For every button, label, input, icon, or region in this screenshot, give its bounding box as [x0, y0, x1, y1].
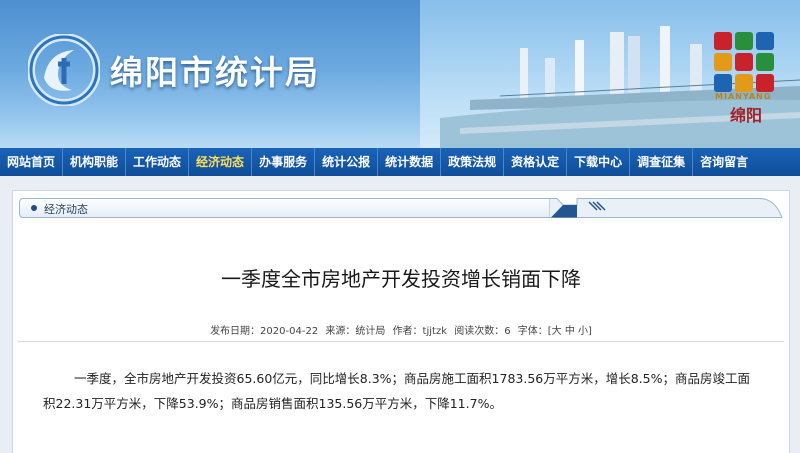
breadcrumb-tab-decoration	[549, 198, 783, 218]
emblem-caption: MIANYANG	[715, 92, 772, 101]
publish-date: 发布日期：2020-04-22	[210, 326, 319, 337]
font-size-switcher[interactable]: 字体：[大 中 小]	[518, 326, 592, 337]
emblem-script: 绵阳	[730, 106, 763, 125]
nav-item-surveys[interactable]: 调查征集	[630, 148, 694, 176]
divider	[18, 341, 784, 342]
bureau-logo-icon	[28, 34, 100, 106]
article-body: 一季度，全市房地产开发投资65.60亿元，同比增长8.3%；商品房施工面积178…	[43, 371, 750, 411]
breadcrumb-label[interactable]: 经济动态	[44, 201, 88, 217]
content-panel: 经济动态 一季度全市房地产开发投资增长销面下降 发布日期：2020-04-22 …	[12, 190, 790, 453]
nav-item-economic-news[interactable]: 经济动态	[189, 148, 253, 176]
site-title: 绵阳市统计局	[110, 53, 320, 92]
nav-item-downloads[interactable]: 下载中心	[567, 148, 631, 176]
mianyang-emblem-icon	[714, 32, 774, 92]
nav-item-qualification[interactable]: 资格认定	[504, 148, 568, 176]
article-title: 一季度全市房地产开发投资增长销面下降	[221, 267, 581, 291]
breadcrumb: 经济动态	[19, 198, 783, 218]
breadcrumb-body: 经济动态	[19, 198, 551, 218]
nav-item-statistics-data[interactable]: 统计数据	[378, 148, 442, 176]
article-source: 来源：统计局	[325, 326, 386, 337]
article-author: 作者：tjjtzk	[392, 326, 448, 337]
nav-item-functions[interactable]: 机构职能	[63, 148, 127, 176]
nav-item-services[interactable]: 办事服务	[252, 148, 316, 176]
nav-item-home[interactable]: 网站首页	[0, 148, 64, 176]
nav-item-work-news[interactable]: 工作动态	[126, 148, 190, 176]
bullet-icon	[31, 205, 37, 211]
nav-item-messages[interactable]: 咨询留言	[693, 148, 755, 176]
nav-item-bulletins[interactable]: 统计公报	[315, 148, 379, 176]
header-banner: 绵阳市统计局 MIANYANG 绵阳	[0, 0, 800, 148]
article-meta: 发布日期：2020-04-22 来源：统计局 作者：tjjtzk 阅读次数：6 …	[13, 322, 789, 337]
nav-item-policies[interactable]: 政策法规	[441, 148, 505, 176]
view-count: 阅读次数：6	[454, 326, 511, 337]
main-nav: 网站首页 机构职能 工作动态 经济动态 办事服务 统计公报 统计数据 政策法规 …	[0, 148, 800, 176]
